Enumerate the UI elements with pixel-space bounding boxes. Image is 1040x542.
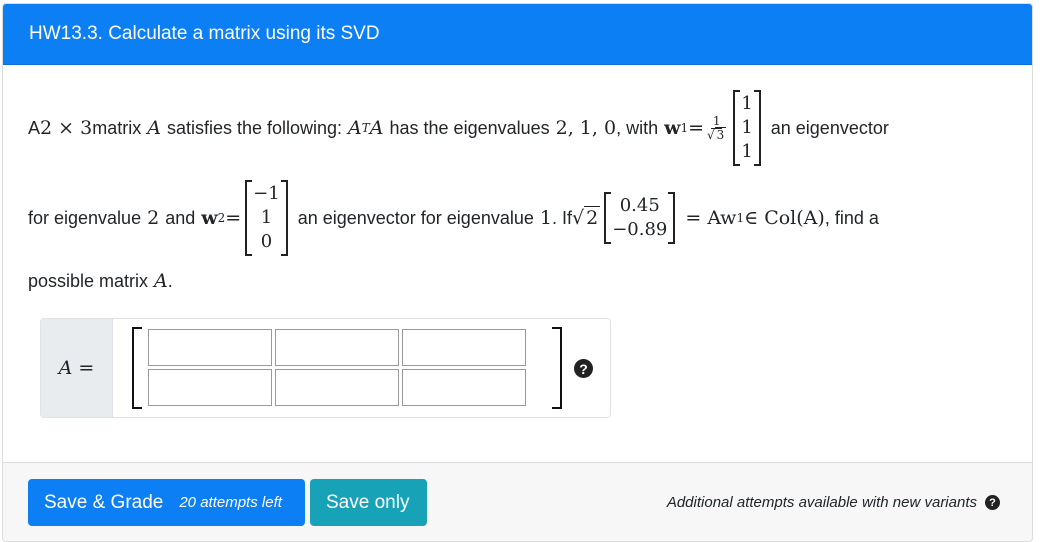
math-subscript: 1 xyxy=(680,121,689,135)
attempts-left: 20 attempts left xyxy=(179,494,282,511)
save-only-button[interactable]: Save only xyxy=(310,479,427,526)
text: , find a xyxy=(824,207,879,228)
help-icon[interactable]: ? xyxy=(574,359,593,378)
math-eigenvalue: 2 xyxy=(147,207,160,229)
math-colspace: ∈ Col(A) xyxy=(744,207,825,229)
vector-entry: 1 xyxy=(741,141,753,162)
text: . xyxy=(167,270,173,291)
text: A xyxy=(28,117,41,138)
math-eigenvalues: 2, 1, 0 xyxy=(555,117,617,139)
save-grade-button[interactable]: Save & Grade 20 attempts left xyxy=(28,479,305,526)
question-line-2: for eigenvalue 2 and w2 = −1 1 0 an eige… xyxy=(28,180,879,256)
text: an eigenvector xyxy=(770,117,889,138)
text: satisfies the following: xyxy=(166,117,343,138)
vector-u1: 0.45 −0.89 xyxy=(604,192,676,244)
vector-entry: 1 xyxy=(741,93,753,114)
vector-w1: 1 1 1 xyxy=(733,90,762,166)
math-transpose: T xyxy=(361,121,370,135)
text: , with xyxy=(616,117,659,138)
text: possible matrix xyxy=(28,270,149,291)
vector-w2: −1 1 0 xyxy=(245,180,288,256)
text: . If xyxy=(551,207,572,228)
variants-note: Additional attempts available with new v… xyxy=(667,494,1000,511)
math-dimensions: 2 × 3 xyxy=(40,117,93,139)
math-subscript: 1 xyxy=(736,211,745,225)
matrix-cell-2-2[interactable] xyxy=(275,369,399,406)
vector-entry: −1 xyxy=(253,183,280,204)
text: has the eigenvalues xyxy=(389,117,550,138)
matrix-input-grid xyxy=(132,327,562,409)
matrix-cell-2-3[interactable] xyxy=(402,369,526,406)
matrix-cell-1-2[interactable] xyxy=(275,329,399,366)
matrix-cell-1-1[interactable] xyxy=(148,329,272,366)
math-subscript: 2 xyxy=(217,211,226,225)
text: matrix xyxy=(92,117,142,138)
math-Aw: = Aw xyxy=(685,207,737,229)
left-bracket xyxy=(132,327,142,409)
variants-note-text: Additional attempts available with new v… xyxy=(666,494,977,511)
math-A: A xyxy=(147,117,161,139)
submission-footer: Save & Grade 20 attempts left Save only … xyxy=(3,462,1032,541)
question-line-3: possible matrix A . xyxy=(28,270,173,292)
question-line-1: A 2 × 3 matrix A satisfies the following… xyxy=(28,90,889,166)
matrix-cell-2-1[interactable] xyxy=(148,369,272,406)
matrix-cell-1-3[interactable] xyxy=(402,329,526,366)
math-A: A xyxy=(348,117,362,139)
question-card: HW13.3. Calculate a matrix using its SVD… xyxy=(2,3,1033,542)
vector-entry: 1 xyxy=(741,117,753,138)
math-A: A xyxy=(369,117,384,139)
math-equals: = xyxy=(225,207,242,229)
matrix-answer-group: A = ? xyxy=(40,318,611,418)
right-bracket xyxy=(552,327,562,409)
vector-entry: 1 xyxy=(260,207,273,228)
math-eigenvalue: 1 xyxy=(539,207,552,229)
math-equals: = xyxy=(688,117,705,139)
vector-entry: −0.89 xyxy=(612,219,668,240)
fraction: 1 √ 3 xyxy=(707,113,727,142)
math-w: w xyxy=(664,117,681,139)
save-grade-label: Save & Grade xyxy=(44,491,164,513)
matrix-label: A = xyxy=(41,319,113,417)
question-title: HW13.3. Calculate a matrix using its SVD xyxy=(3,4,1032,65)
text: an eigenvector for eigenvalue xyxy=(297,207,534,228)
fraction-denominator: 3 xyxy=(714,126,727,142)
text: and xyxy=(165,207,196,228)
math-A: A xyxy=(154,270,168,292)
math-w: w xyxy=(201,207,218,229)
vector-entry: 0.45 xyxy=(619,195,660,216)
question-body: A 2 × 3 matrix A satisfies the following… xyxy=(3,65,1032,462)
vector-entry: 0 xyxy=(260,231,273,252)
question-icon[interactable]: ? xyxy=(985,495,1000,510)
text: for eigenvalue xyxy=(28,207,142,228)
math-sqrt: 2 xyxy=(584,206,601,229)
